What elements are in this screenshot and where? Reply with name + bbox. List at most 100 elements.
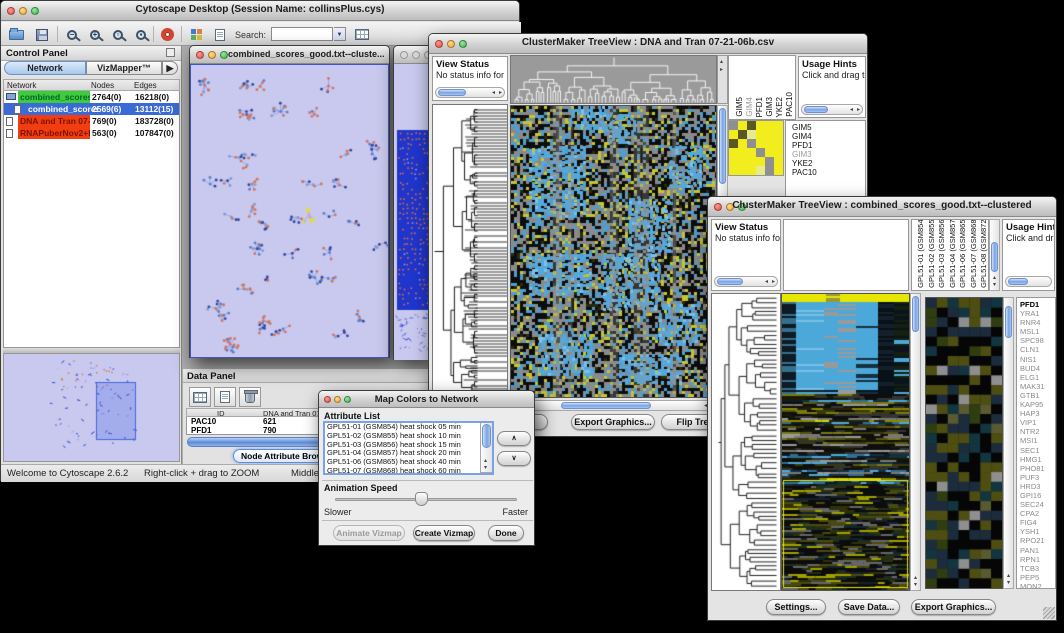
zoom-fit-button[interactable]: ▫: [107, 25, 129, 44]
annotation-button[interactable]: [209, 25, 231, 44]
usage-hints-hscrollbar[interactable]: ◂▸: [801, 104, 863, 115]
gene-label[interactable]: YKE2: [792, 159, 817, 168]
gene-label[interactable]: MAK31: [1020, 382, 1055, 391]
search-input[interactable]: [271, 27, 333, 41]
heatmap-vscrollbar[interactable]: ▴▾: [910, 293, 921, 591]
gene-label[interactable]: RPN1: [1020, 555, 1055, 564]
network-view2-title-bar[interactable]: [394, 46, 429, 64]
zoom-button[interactable]: [220, 51, 228, 59]
gene-label[interactable]: ELG1: [1020, 373, 1055, 382]
close-button[interactable]: [196, 51, 204, 59]
gene-label[interactable]: SEC1: [1020, 446, 1055, 455]
heatmap-view[interactable]: [510, 105, 717, 398]
gene-label[interactable]: RPO21: [1020, 536, 1055, 545]
gene-label[interactable]: PHO81: [1020, 464, 1055, 473]
close-button[interactable]: [400, 51, 408, 59]
zoom-out-button[interactable]: −: [61, 25, 83, 44]
treeview1-title-bar[interactable]: ClusterMaker TreeView : DNA and Tran 07-…: [429, 34, 867, 54]
view-status-hscrollbar[interactable]: ◂▸: [714, 276, 778, 287]
treeview2-title-bar[interactable]: ClusterMaker TreeView : combined_scores_…: [708, 197, 1056, 217]
gene-label[interactable]: PEP5: [1020, 573, 1055, 582]
tab-overflow-arrow[interactable]: ▶: [162, 61, 178, 75]
gene-label[interactable]: CLN1: [1020, 345, 1055, 354]
zoom-in-button[interactable]: +: [84, 25, 106, 44]
vizmapper-button[interactable]: [185, 25, 207, 44]
save-button[interactable]: [31, 25, 53, 44]
network-view-title-bar[interactable]: combined_scores_good.txt--cluste...: [190, 46, 389, 64]
treeview-button-settings[interactable]: Settings...: [766, 599, 826, 615]
move-down-button[interactable]: ∨: [497, 451, 531, 466]
network-canvas[interactable]: [191, 65, 388, 357]
float-panel-icon[interactable]: [166, 48, 175, 57]
gene-label[interactable]: YSH1: [1020, 527, 1055, 536]
gene-label[interactable]: YRA1: [1020, 309, 1055, 318]
gene-label[interactable]: PAN1: [1020, 546, 1055, 555]
gene-label[interactable]: SPC98: [1020, 336, 1055, 345]
column-dendrogram[interactable]: [510, 55, 717, 104]
gene-label[interactable]: GTB1: [1020, 391, 1055, 400]
treeview-button-export-graphics[interactable]: Export Graphics...: [571, 414, 655, 430]
row-dendrogram[interactable]: [432, 104, 508, 398]
treeview-button-save-data[interactable]: Save Data...: [838, 599, 900, 615]
attribute-item[interactable]: GPL51-07 (GSM868) heat shock 60 min: [325, 467, 461, 475]
minimize-button[interactable]: [208, 51, 216, 59]
gene-label[interactable]: HMG1: [1020, 455, 1055, 464]
col-nodes[interactable]: Nodes: [91, 81, 114, 90]
gene-label[interactable]: GIM5: [792, 123, 817, 132]
help-button[interactable]: [156, 25, 178, 44]
new-attribute-button[interactable]: [214, 387, 236, 407]
dialog-title-bar[interactable]: Map Colors to Network: [319, 391, 534, 408]
dialog-button-done[interactable]: Done: [488, 525, 524, 541]
speed-slider-thumb[interactable]: [415, 492, 428, 506]
tab-vizmapper[interactable]: VizMapper™: [86, 61, 162, 75]
attribute-browser-button[interactable]: [351, 25, 373, 44]
network-canvas-2[interactable]: [394, 64, 430, 360]
correlation-heatmap[interactable]: [728, 120, 784, 176]
gene-label[interactable]: FIG4: [1020, 518, 1055, 527]
network-table-row[interactable]: DNA and Tran 07-21-06b769(0)183728(0): [4, 115, 179, 127]
gene-label[interactable]: GIM3: [792, 150, 817, 159]
search-dropdown-arrow[interactable]: ▼: [334, 27, 346, 41]
view-status-hscrollbar[interactable]: ◂▸: [435, 87, 505, 98]
gene-label[interactable]: MSI1: [1020, 436, 1055, 445]
treeview1-hscrollbar[interactable]: ◂▸: [510, 400, 717, 411]
attribute-list-vscrollbar[interactable]: ▴▾: [480, 423, 492, 473]
gene-label[interactable]: PFD1: [792, 141, 817, 150]
attribute-list[interactable]: GPL51-01 (GSM854) heat shock 05 minGPL51…: [323, 421, 494, 475]
zoom-heatmap-vscrollbar[interactable]: ▴▾: [1003, 297, 1014, 589]
move-up-button[interactable]: ∧: [497, 431, 531, 446]
gene-label[interactable]: GPI16: [1020, 491, 1055, 500]
gene-label[interactable]: PUF3: [1020, 473, 1055, 482]
tree-arrow-strip[interactable]: ▴▸: [717, 55, 728, 104]
gene-label[interactable]: BUD4: [1020, 364, 1055, 373]
zoom-selected-button[interactable]: ▪: [130, 25, 152, 44]
labels-vscrollbar[interactable]: ▴▾: [989, 219, 1000, 291]
gene-label[interactable]: HAP3: [1020, 409, 1055, 418]
gene-label[interactable]: VIP1: [1020, 418, 1055, 427]
gene-label[interactable]: CPA2: [1020, 509, 1055, 518]
zoom-heatmap-view[interactable]: [925, 297, 1003, 589]
col-edges[interactable]: Edges: [134, 81, 157, 90]
network-table-row[interactable]: combined_scores_good2569(6)13112(15): [4, 103, 179, 115]
gene-label[interactable]: SEC24: [1020, 500, 1055, 509]
delete-attribute-button[interactable]: [239, 387, 261, 407]
gene-label[interactable]: RNR4: [1020, 318, 1055, 327]
minimize-button[interactable]: [412, 51, 420, 59]
network-table-row[interactable]: RNAPuberNov2+DNA563(0)107847(0): [4, 127, 179, 139]
main-title-bar[interactable]: Cytoscape Desktop (Session Name: collins…: [1, 1, 519, 21]
gene-label[interactable]: HRD3: [1020, 482, 1055, 491]
gene-label[interactable]: MON2: [1020, 582, 1055, 589]
open-file-button[interactable]: [5, 25, 27, 44]
tab-network[interactable]: Network: [4, 61, 86, 75]
treeview-button-export-graphics[interactable]: Export Graphics...: [911, 599, 996, 615]
window-controls[interactable]: [196, 51, 228, 59]
heatmap-view[interactable]: [781, 293, 910, 591]
dialog-button-create-vizmap[interactable]: Create Vizmap: [413, 525, 475, 541]
usage-hints-hscrollbar[interactable]: [1005, 276, 1052, 287]
gene-label[interactable]: PFD1: [1020, 300, 1055, 309]
data-grid-button[interactable]: [189, 387, 211, 407]
gene-label[interactable]: KAP95: [1020, 400, 1055, 409]
gene-label[interactable]: TCB3: [1020, 564, 1055, 573]
column-dendrogram[interactable]: [783, 219, 909, 291]
row-dendrogram[interactable]: [711, 293, 781, 591]
